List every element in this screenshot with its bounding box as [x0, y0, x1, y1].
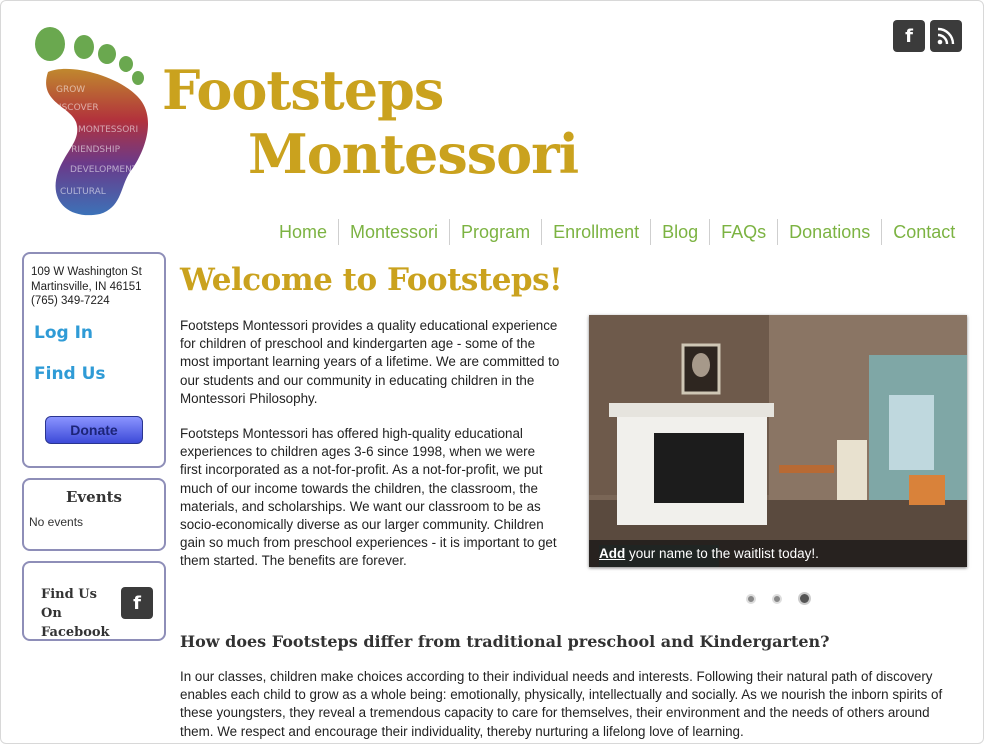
approach-paragraph: In our classes, children make choices ac… [180, 669, 943, 739]
address-line1: 109 W Washington St [31, 266, 142, 278]
footprint-logo[interactable]: GROW DISCOVER MONTESSORI FRIENDSHIP DEVE… [30, 22, 155, 217]
slide-caption-text: your name to the waitlist today!. [625, 546, 819, 561]
nav-program[interactable]: Program [449, 219, 541, 245]
nav-enrollment[interactable]: Enrollment [541, 219, 650, 245]
section-heading: How does Footsteps differ from tradition… [180, 632, 830, 651]
svg-text:DEVELOPMENT: DEVELOPMENT [70, 165, 138, 175]
nav-contact[interactable]: Contact [881, 219, 966, 245]
intro-paragraph: Footsteps Montessori provides a quality … [180, 318, 560, 406]
facebook-icon[interactable]: f [893, 20, 925, 52]
svg-text:GROW: GROW [56, 85, 85, 95]
slideshow-pagination [746, 592, 811, 605]
svg-text:MONTESSORI: MONTESSORI [78, 125, 138, 135]
events-box: Events No events [22, 478, 166, 551]
slide-caption: Add your name to the waitlist today!. [589, 540, 967, 567]
logo-title-line2[interactable]: Montessori [248, 122, 579, 186]
rss-glyph [937, 27, 955, 45]
nav-montessori[interactable]: Montessori [338, 219, 449, 245]
waitlist-add-link[interactable]: Add [599, 546, 625, 561]
classroom-photo [589, 315, 967, 567]
logo-title-line1[interactable]: Footsteps [162, 58, 444, 122]
nav-home[interactable]: Home [268, 219, 338, 245]
facebook-box: Find Us On Facebook f [22, 561, 166, 641]
donate-button[interactable]: Donate [45, 416, 143, 444]
nav-faqs[interactable]: FAQs [709, 219, 777, 245]
address-line2: Martinsville, IN 46151 [31, 280, 142, 293]
svg-text:DISCOVER: DISCOVER [52, 103, 99, 113]
rss-icon[interactable] [930, 20, 962, 52]
phone-number: (765) 349-7224 [31, 295, 110, 307]
history-paragraph: Footsteps Montessori has offered high-qu… [180, 426, 557, 569]
nav-blog[interactable]: Blog [650, 219, 709, 245]
find-us-link[interactable]: Find Us [34, 364, 106, 384]
slide-dot-1[interactable] [746, 593, 756, 604]
nav-donations[interactable]: Donations [777, 219, 881, 245]
main-nav: Home Montessori Program Enrollment Blog … [268, 219, 966, 245]
page-title: Welcome to Footsteps! [180, 262, 563, 298]
facebook-icon[interactable]: f [121, 587, 153, 619]
contact-box: 109 W Washington St Martinsville, IN 461… [22, 252, 166, 468]
no-events-text: No events [29, 515, 84, 529]
find-us-on-facebook-label[interactable]: Find Us On Facebook [41, 585, 121, 642]
login-link[interactable]: Log In [34, 323, 93, 343]
svg-text:CULTURAL: CULTURAL [60, 187, 106, 197]
classroom-slideshow[interactable]: Add your name to the waitlist today!. [589, 315, 967, 567]
svg-text:FRIENDSHIP: FRIENDSHIP [66, 145, 121, 155]
slide-dot-2[interactable] [772, 593, 782, 604]
slide-dot-3[interactable] [798, 592, 811, 605]
events-title: Events [66, 488, 122, 506]
